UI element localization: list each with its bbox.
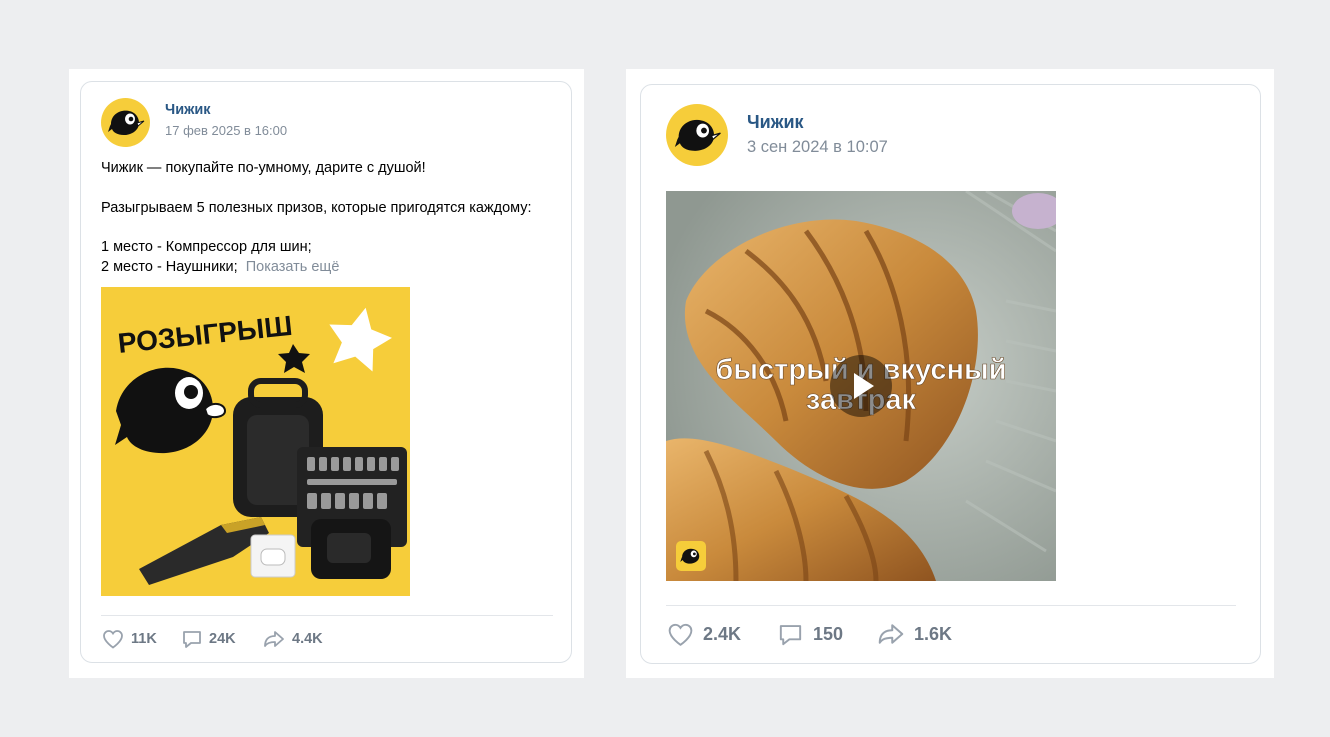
divider <box>666 605 1236 606</box>
share-icon <box>878 624 904 644</box>
share-button[interactable]: 4.4K <box>262 627 323 651</box>
bird-logo-icon <box>674 119 721 151</box>
channel-badge <box>676 541 706 571</box>
comment-icon <box>183 631 201 648</box>
heart-icon <box>668 623 693 646</box>
avatar[interactable] <box>101 98 150 147</box>
play-button[interactable] <box>830 355 892 417</box>
heart-icon <box>103 630 123 649</box>
post-author[interactable]: Чижик <box>165 102 211 118</box>
share-count: 1.6K <box>914 623 953 644</box>
post-date[interactable]: 17 фев 2025 в 16:00 <box>165 123 287 138</box>
comment-count: 150 <box>813 623 844 644</box>
comment-button[interactable]: 24K <box>180 627 236 651</box>
post-text-line: 1 место - Компрессор для шин; <box>101 239 312 255</box>
comment-count: 24K <box>209 631 236 647</box>
share-icon <box>264 631 284 647</box>
giveaway-title: РОЗЫГРЫШ <box>116 310 293 359</box>
giveaway-illustration: РОЗЫГРЫШ <box>115 307 407 585</box>
like-button[interactable]: 11K <box>101 627 157 651</box>
post-date[interactable]: 3 сен 2024 в 10:07 <box>747 138 888 157</box>
like-count: 11K <box>131 631 157 647</box>
comment-icon <box>779 624 802 645</box>
show-more-link[interactable]: Показать ещё <box>246 259 340 275</box>
avatar[interactable] <box>666 104 728 166</box>
post-card: Чижик 17 фев 2025 в 16:00 Чижик — покупа… <box>80 81 572 663</box>
like-count: 2.4K <box>703 623 742 644</box>
post-text: Чижик — покупайте по-умному, дарите с ду… <box>101 158 561 277</box>
post-text-line: Разыгрываем 5 полезных призов, которые п… <box>101 200 532 216</box>
post-text-line: 2 место - Наушники; <box>101 259 238 275</box>
like-button[interactable]: 2.4K <box>666 620 741 648</box>
bird-logo-icon <box>108 110 145 135</box>
play-icon <box>854 373 874 399</box>
post-card: Чижик 3 сен 2024 в 10:07 быстрый и вкусн… <box>640 84 1261 664</box>
bird-logo-icon <box>680 548 700 564</box>
video-player[interactable]: быстрый и вкусный завтрак <box>666 191 1056 581</box>
share-button[interactable]: 1.6K <box>876 620 952 648</box>
star-icon <box>329 307 392 372</box>
giveaway-image[interactable]: РОЗЫГРЫШ <box>101 287 410 596</box>
comment-button[interactable]: 150 <box>776 620 843 648</box>
post-author[interactable]: Чижик <box>747 112 804 133</box>
post-text-line: Чижик — покупайте по-умному, дарите с ду… <box>101 160 426 176</box>
share-count: 4.4K <box>292 631 323 647</box>
star-icon <box>278 344 310 373</box>
divider <box>101 615 553 616</box>
